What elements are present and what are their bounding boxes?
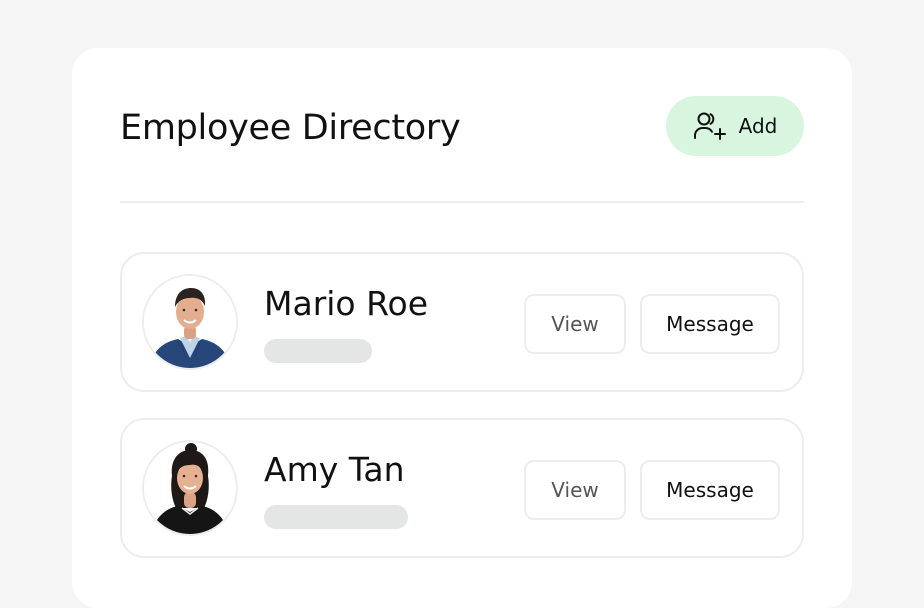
page-title: Employee Directory [120, 108, 461, 148]
employee-subtitle-placeholder [264, 505, 408, 529]
employee-name: Mario Roe [264, 284, 429, 323]
view-button[interactable]: View [524, 294, 626, 354]
message-button[interactable]: Message [640, 460, 780, 520]
view-button[interactable]: View [524, 460, 626, 520]
employee-subtitle-placeholder [264, 339, 372, 363]
directory-card: Employee Directory Add Mario Roe View Me… [72, 48, 852, 608]
avatar [142, 274, 238, 370]
employee-list: Mario Roe View Message Amy Tan View Mess… [120, 252, 804, 584]
message-button[interactable]: Message [640, 294, 780, 354]
employee-row: Mario Roe View Message [120, 252, 804, 392]
avatar [142, 440, 238, 536]
employee-row: Amy Tan View Message [120, 418, 804, 558]
employee-name: Amy Tan [264, 450, 405, 489]
add-button-label: Add [738, 114, 778, 138]
add-employee-button[interactable]: Add [666, 96, 804, 156]
add-user-icon [693, 111, 727, 141]
directory-header: Employee Directory Add [120, 96, 804, 156]
header-divider [120, 201, 804, 203]
